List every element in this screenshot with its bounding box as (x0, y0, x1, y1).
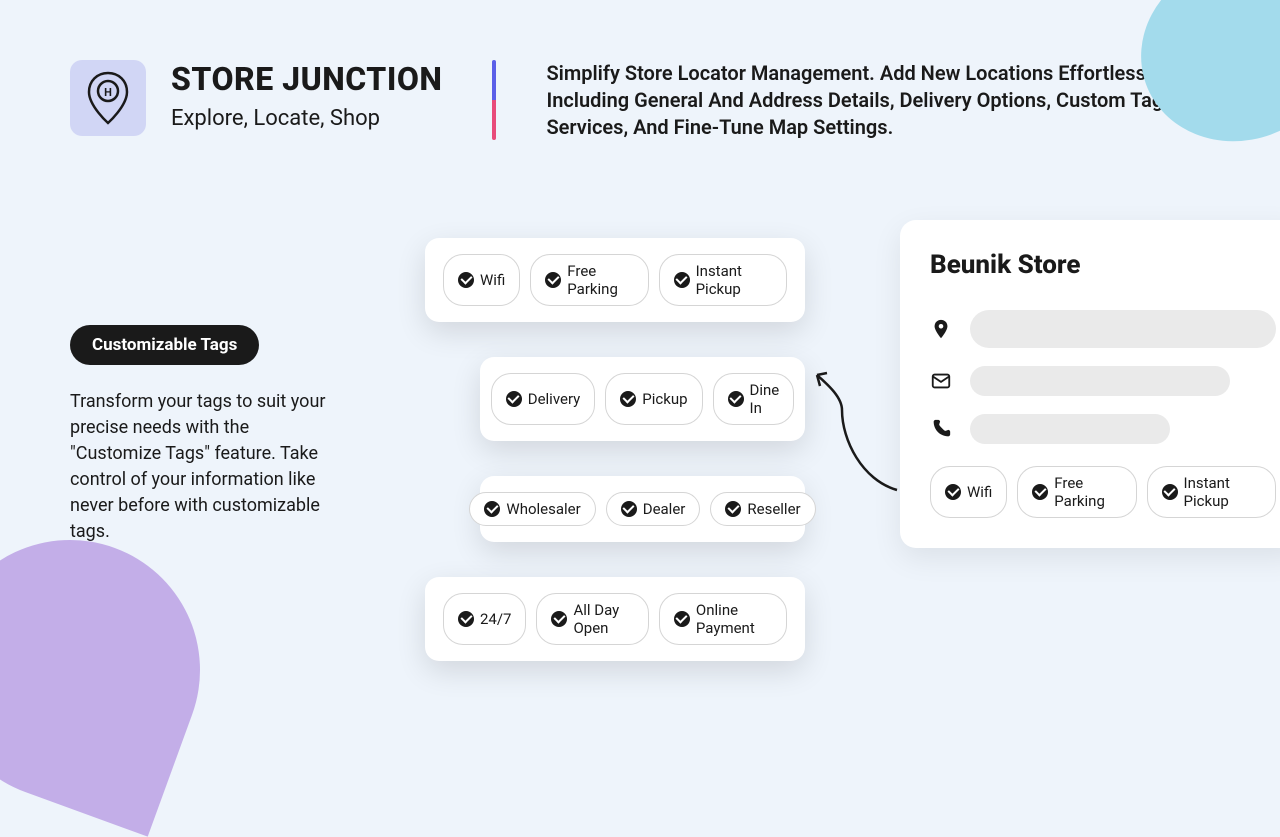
tag-pill[interactable]: All Day Open (536, 593, 648, 645)
store-preview-card: Beunik Store Wifi Free Parking Instant P… (900, 220, 1280, 548)
tag-label: Wholesaler (506, 500, 580, 518)
check-icon (945, 484, 961, 500)
tag-pill[interactable]: Wholesaler (469, 492, 595, 526)
tag-label: Free Parking (567, 262, 633, 298)
app-title: STORE JUNCTION (171, 60, 442, 98)
check-icon (551, 611, 567, 627)
check-icon (674, 272, 690, 288)
location-pin-icon: H (85, 71, 131, 125)
tag-label: Wifi (967, 483, 992, 501)
tag-card: Wifi Free Parking Instant Pickup (425, 238, 805, 322)
tag-label: 24/7 (480, 610, 511, 628)
app-description: Simplify Store Locator Management. Add N… (521, 60, 1210, 141)
app-logo: H (70, 60, 146, 136)
check-icon (1032, 484, 1048, 500)
check-icon (674, 611, 690, 627)
store-tags: Wifi Free Parking Instant Pickup (930, 466, 1276, 518)
check-icon (725, 501, 741, 517)
tag-label: Instant Pickup (1184, 474, 1261, 510)
tag-pill[interactable]: Reseller (710, 492, 815, 526)
tag-label: Reseller (747, 500, 800, 518)
check-icon (620, 391, 636, 407)
tag-pill[interactable]: Delivery (491, 373, 596, 425)
check-icon (728, 391, 744, 407)
feature-badge: Customizable Tags (70, 325, 259, 365)
tag-pill[interactable]: Instant Pickup (659, 254, 787, 306)
tag-pill[interactable]: Dine In (713, 373, 795, 425)
tag-label: Free Parking (1054, 474, 1121, 510)
tag-pill[interactable]: Instant Pickup (1147, 466, 1276, 518)
skeleton-placeholder (970, 366, 1230, 396)
app-tagline: Explore, Locate, Shop (171, 106, 442, 131)
store-address-row (930, 310, 1276, 348)
tag-label: All Day Open (573, 601, 633, 637)
feature-section: Customizable Tags Transform your tags to… (70, 325, 330, 546)
check-icon (458, 272, 474, 288)
check-icon (621, 501, 637, 517)
check-icon (506, 391, 522, 407)
feature-text: Transform your tags to suit your precise… (70, 389, 330, 546)
tag-pill[interactable]: Pickup (605, 373, 702, 425)
tag-card: Wholesaler Dealer Reseller (480, 476, 805, 542)
skeleton-placeholder (970, 310, 1276, 348)
skeleton-placeholder (970, 414, 1170, 444)
tag-pill[interactable]: Free Parking (1017, 466, 1136, 518)
tag-label: Delivery (528, 390, 581, 408)
store-phone-row (930, 414, 1276, 444)
check-icon (458, 611, 474, 627)
header-divider (492, 60, 496, 140)
tag-label: Dine In (750, 381, 780, 417)
check-icon (545, 272, 561, 288)
email-icon (930, 370, 952, 392)
svg-text:H: H (104, 86, 112, 99)
tag-label: Instant Pickup (696, 262, 772, 298)
tag-pill[interactable]: Wifi (443, 254, 520, 306)
decorative-blob-bottom (0, 503, 237, 836)
tag-label: Pickup (642, 390, 687, 408)
tag-label: Online Payment (696, 601, 772, 637)
arrow-connector-icon (812, 370, 912, 500)
location-icon (930, 318, 952, 340)
store-email-row (930, 366, 1276, 396)
store-title: Beunik Store (930, 250, 1276, 280)
tag-card: Delivery Pickup Dine In (480, 357, 805, 441)
tag-rows-container: Wifi Free Parking Instant Pickup Deliver… (425, 238, 805, 696)
title-block: STORE JUNCTION Explore, Locate, Shop (171, 60, 467, 131)
header: H STORE JUNCTION Explore, Locate, Shop S… (0, 0, 1280, 141)
tag-pill[interactable]: 24/7 (443, 593, 526, 645)
tag-pill[interactable]: Online Payment (659, 593, 787, 645)
phone-icon (930, 418, 952, 440)
tag-label: Wifi (480, 271, 505, 289)
tag-pill[interactable]: Dealer (606, 492, 701, 526)
tag-label: Dealer (643, 500, 686, 518)
tag-pill[interactable]: Wifi (930, 466, 1007, 518)
check-icon (484, 501, 500, 517)
tag-card: 24/7 All Day Open Online Payment (425, 577, 805, 661)
check-icon (1162, 484, 1178, 500)
tag-pill[interactable]: Free Parking (530, 254, 648, 306)
